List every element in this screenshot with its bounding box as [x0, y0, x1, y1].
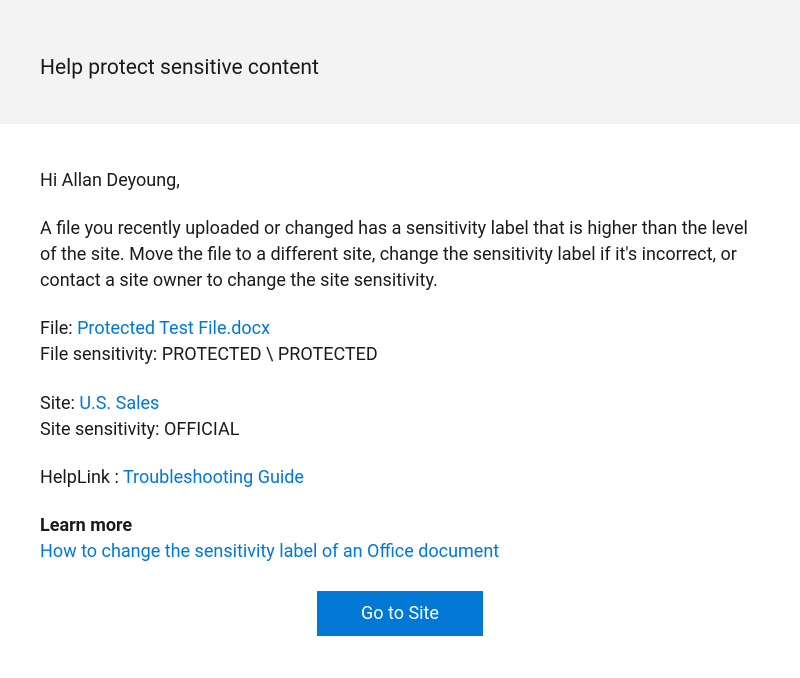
page-title: Help protect sensitive content [40, 56, 760, 80]
learn-more-link-line: How to change the sensitivity label of a… [40, 539, 760, 565]
description-text: A file you recently uploaded or changed … [40, 216, 760, 294]
site-info-block: Site: U.S. Sales Site sensitivity: OFFIC… [40, 391, 760, 443]
notification-header: Help protect sensitive content [0, 0, 800, 124]
file-sensitivity-value: PROTECTED \ PROTECTED [162, 344, 378, 365]
learn-more-heading: Learn more [40, 513, 760, 539]
site-line: Site: U.S. Sales [40, 391, 760, 417]
button-row: Go to Site [40, 591, 760, 636]
helplink-link[interactable]: Troubleshooting Guide [123, 467, 304, 488]
file-sensitivity-line: File sensitivity: PROTECTED \ PROTECTED [40, 342, 760, 368]
site-sensitivity-value: OFFICIAL [164, 419, 239, 440]
notification-body: Hi Allan Deyoung, A file you recently up… [0, 124, 800, 656]
file-line: File: Protected Test File.docx [40, 316, 760, 342]
file-sensitivity-label: File sensitivity: [40, 344, 162, 365]
learn-more-link[interactable]: How to change the sensitivity label of a… [40, 541, 499, 562]
go-to-site-button[interactable]: Go to Site [317, 591, 483, 636]
helplink-label: HelpLink : [40, 467, 123, 488]
site-label: Site: [40, 393, 79, 414]
learn-more-block: Learn more How to change the sensitivity… [40, 513, 760, 565]
file-link[interactable]: Protected Test File.docx [77, 318, 270, 339]
file-info-block: File: Protected Test File.docx File sens… [40, 316, 760, 368]
site-link[interactable]: U.S. Sales [79, 393, 159, 414]
greeting-text: Hi Allan Deyoung, [40, 168, 760, 194]
site-sensitivity-label: Site sensitivity: [40, 419, 164, 440]
helplink-block: HelpLink : Troubleshooting Guide [40, 465, 760, 491]
file-label: File: [40, 318, 77, 339]
site-sensitivity-line: Site sensitivity: OFFICIAL [40, 417, 760, 443]
